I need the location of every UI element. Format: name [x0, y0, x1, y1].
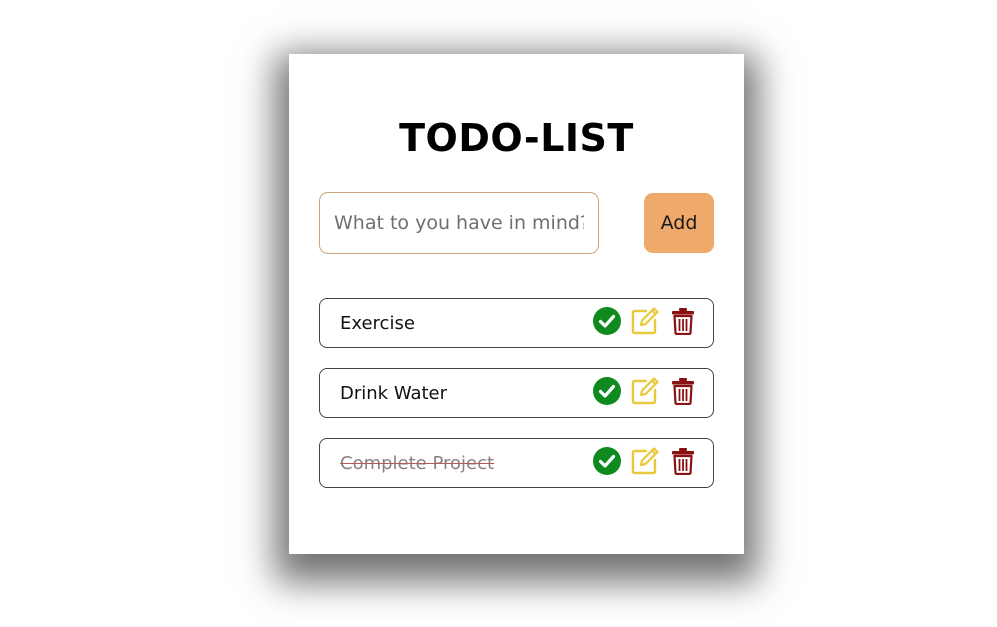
todo-item: Exercise: [319, 298, 714, 348]
todo-text-completed[interactable]: Complete Project: [340, 453, 494, 474]
edit-icon[interactable]: [631, 306, 659, 336]
todo-item: Drink Water: [319, 368, 714, 418]
page-title: TODO-LIST: [399, 116, 634, 160]
check-circle-icon[interactable]: [593, 306, 621, 336]
edit-icon[interactable]: [631, 376, 659, 406]
todo-input[interactable]: [319, 192, 599, 254]
todo-text[interactable]: Drink Water: [340, 383, 447, 404]
todo-actions: [593, 376, 697, 406]
todo-item: Complete Project: [319, 438, 714, 488]
trash-icon[interactable]: [669, 446, 697, 476]
trash-icon[interactable]: [669, 376, 697, 406]
todo-card: TODO-LIST Add Exercise: [289, 54, 744, 554]
edit-icon[interactable]: [631, 446, 659, 476]
todo-text[interactable]: Exercise: [340, 313, 415, 334]
trash-icon[interactable]: [669, 306, 697, 336]
add-button[interactable]: Add: [644, 193, 714, 253]
check-circle-icon[interactable]: [593, 376, 621, 406]
todo-actions: [593, 446, 697, 476]
todo-actions: [593, 306, 697, 336]
check-circle-icon[interactable]: [593, 446, 621, 476]
todo-list: Exercise Drink Water Complete Project: [319, 298, 714, 508]
